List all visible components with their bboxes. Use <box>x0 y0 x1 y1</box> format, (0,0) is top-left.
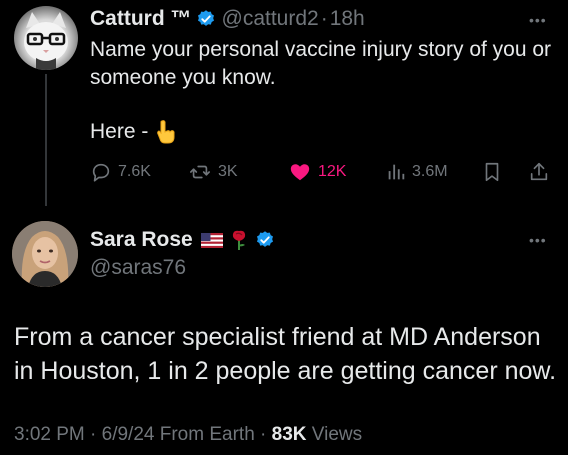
sara-rose-avatar[interactable] <box>12 221 78 287</box>
here-line: Here - <box>90 118 178 146</box>
share-icon <box>530 162 548 181</box>
tweet-thread-screen: Catturd ™ @catturd2 · 18h ••• Name your … <box>0 0 568 455</box>
like-button[interactable]: 12K <box>288 161 346 183</box>
post-time[interactable]: 18h <box>330 7 365 31</box>
reply-views-count: 83K <box>271 424 307 445</box>
heart-filled-icon <box>290 164 310 181</box>
share-button[interactable] <box>528 161 556 183</box>
bookmark-button[interactable] <box>482 161 508 183</box>
reply-timestamp[interactable]: 3:02 PM · 6/9/24 From Earth · <box>14 424 266 445</box>
verified-badge-icon <box>197 10 214 26</box>
repost-button[interactable]: 3K <box>188 161 238 183</box>
reply-meta-line: 3:02 PM · 6/9/24 From Earth · 83K Views <box>14 424 362 446</box>
reply-author-handle[interactable]: @saras76 <box>90 256 186 280</box>
pointing-down-hand-icon <box>157 120 175 144</box>
thread-connector-line <box>45 74 47 206</box>
author-name[interactable]: Catturd ™ <box>90 7 192 31</box>
profile-photo-icon <box>12 221 78 287</box>
reply-author-name[interactable]: Sara Rose <box>90 228 193 252</box>
separator-dot: · <box>320 7 328 30</box>
analytics-bars-icon <box>388 164 405 180</box>
author-handle[interactable]: @catturd2 <box>222 7 319 31</box>
parent-tweet-action-bar: 7.6K 3K 12K 3.6M <box>90 158 560 186</box>
parent-tweet-text: Name your personal vaccine injury story … <box>90 38 552 89</box>
reply-icon <box>92 163 110 182</box>
parent-tweet-header: Catturd ™ @catturd2 · 18h <box>90 6 365 32</box>
more-options-icon[interactable]: ••• <box>529 12 547 28</box>
verified-badge-icon <box>256 231 273 247</box>
repost-icon <box>190 165 210 179</box>
reply-count: 7.6K <box>118 163 151 180</box>
catturd-avatar[interactable] <box>14 6 78 70</box>
bookmark-icon <box>485 162 499 182</box>
rose-icon <box>232 230 245 250</box>
reply-more-options-icon[interactable]: ••• <box>529 232 547 248</box>
us-flag-icon <box>200 232 223 248</box>
reply-author-row: Sara Rose <box>90 226 275 254</box>
views-count: 3.6M <box>412 163 448 180</box>
reply-tweet-text: From a cancer specialist friend at MD An… <box>14 323 557 385</box>
repost-count: 3K <box>218 163 238 180</box>
reply-views-label: Views <box>311 424 363 445</box>
views-button[interactable]: 3.6M <box>386 161 448 183</box>
like-count: 12K <box>318 163 347 180</box>
reply-button[interactable]: 7.6K <box>90 161 151 183</box>
here-text: Here - <box>90 120 149 143</box>
cat-face-icon <box>24 12 68 70</box>
